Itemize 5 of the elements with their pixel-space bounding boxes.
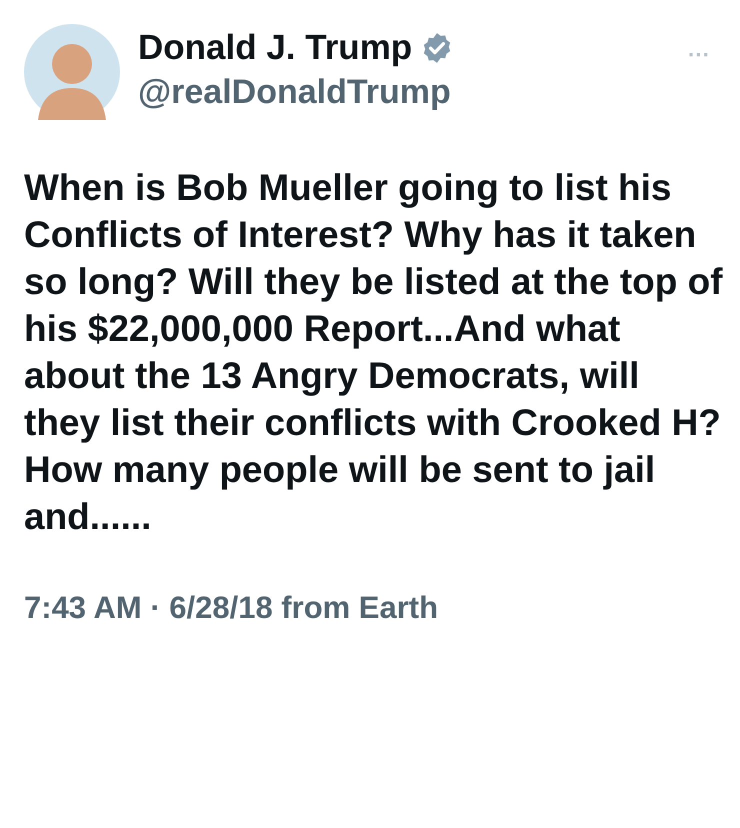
author-handle: @realDonaldTrump xyxy=(138,72,452,113)
tweet-text: When is Bob Mueller going to list his Conflicts of Interest? Why has it taken so long? Will they be listed at the top of his $22,000,000 Report...And what about the 13 Angry Democrats, will they list their conflicts with Crooked H? How many people will be sent to jail and...... xyxy=(24,166,724,539)
author-name: Donald J. Trump xyxy=(138,27,412,69)
timestamp: 7:43 AM · 6/28/18 from Earth xyxy=(24,589,440,627)
more-button[interactable]: ··· xyxy=(688,44,710,66)
